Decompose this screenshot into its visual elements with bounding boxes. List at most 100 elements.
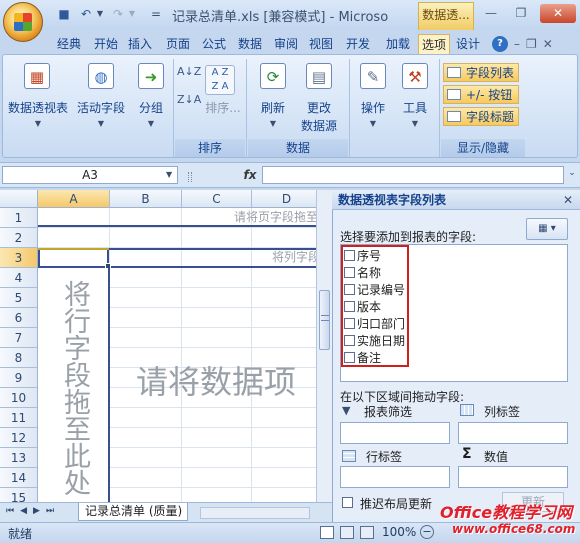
field-list-toggle[interactable]: 字段列表 (443, 63, 519, 82)
redo-dropdown-icon[interactable]: ▼ (127, 7, 137, 21)
office-button[interactable] (3, 2, 43, 42)
page-break-view-icon[interactable] (360, 526, 374, 539)
tab-view[interactable]: 视图 (306, 34, 336, 54)
ribbon-window-controls[interactable]: –❐✕ (514, 34, 574, 54)
worksheet-grid[interactable]: A B C D 1 2 3 4 5 6 7 8 9 10 11 12 13 14… (0, 190, 316, 502)
sort-button[interactable]: 排序... (203, 99, 243, 116)
row-header[interactable]: 15 (0, 488, 38, 502)
tab-review[interactable]: 审阅 (270, 34, 302, 54)
sheet-nav-icons[interactable]: ⏮◀▶⏭ (6, 506, 60, 516)
tab-developer[interactable]: 开发 (340, 34, 376, 54)
name-box-dropdown-icon[interactable]: ▼ (166, 170, 172, 179)
checkbox[interactable] (344, 318, 355, 329)
column-labels-drop-area[interactable] (458, 422, 568, 444)
actions-button[interactable]: ✎ 操作 ▼ (353, 61, 393, 137)
choose-fields-prompt: 选择要添加到报表的字段: (340, 230, 477, 244)
row-header[interactable]: 2 (0, 228, 38, 248)
row-header[interactable]: 12 (0, 428, 38, 448)
tab-formulas[interactable]: 公式 (198, 34, 230, 54)
qat-customize-icon[interactable]: = (148, 7, 164, 21)
field-item[interactable]: 归口部门 (344, 316, 405, 333)
column-header-a[interactable]: A (38, 190, 110, 208)
checkbox[interactable] (344, 250, 355, 261)
field-item[interactable]: 实施日期 (344, 333, 405, 350)
layout-options-dropdown[interactable]: ▦ ▾ (526, 218, 568, 240)
expand-formula-bar-icon[interactable]: ⌄ (566, 168, 578, 182)
normal-view-icon[interactable] (320, 526, 334, 539)
checkbox[interactable] (344, 284, 355, 295)
field-item[interactable]: 序号 (344, 248, 381, 265)
checkbox[interactable] (344, 267, 355, 278)
field-item[interactable]: 版本 (344, 299, 381, 316)
refresh-icon: ⟳ (260, 63, 286, 89)
row-header[interactable]: 6 (0, 308, 38, 328)
help-icon[interactable]: ? (492, 36, 508, 52)
select-all-corner[interactable] (0, 190, 38, 208)
formula-bar-splitter[interactable] (188, 172, 192, 182)
field-headers-toggle[interactable]: 字段标题 (443, 107, 519, 126)
restore-icon[interactable]: ❐ (508, 4, 534, 23)
tools-button[interactable]: ⚒ 工具 ▼ (395, 61, 435, 137)
checkbox[interactable] (342, 496, 353, 508)
horizontal-scrollbar[interactable] (200, 507, 310, 519)
change-data-source-button[interactable]: ▤ 更改 数据源 (295, 61, 343, 137)
column-header-d[interactable]: D (252, 190, 316, 208)
save-icon[interactable]: ■ (56, 7, 72, 21)
checkbox[interactable] (344, 352, 355, 363)
column-header-b[interactable]: B (110, 190, 182, 208)
report-filter-drop-area[interactable] (340, 422, 450, 444)
defer-update-checkbox[interactable] (342, 496, 355, 509)
panel-close-icon[interactable]: ✕ (560, 192, 576, 208)
checkbox[interactable] (344, 301, 355, 312)
pivot-table-button[interactable]: ▦ 数据透视表 ▼ (5, 61, 69, 137)
redo-icon[interactable]: ↷ (110, 7, 126, 21)
sort-az-icon[interactable]: A↓Z Z↓A (177, 65, 201, 125)
tab-data[interactable]: 数据 (234, 34, 266, 54)
tab-insert[interactable]: 插入 (125, 34, 155, 54)
insert-function-icon[interactable]: fx (240, 166, 260, 184)
selected-cell-a3[interactable] (38, 248, 109, 268)
row-header[interactable]: 3 (0, 248, 38, 268)
row-header[interactable]: 10 (0, 388, 38, 408)
tab-classic[interactable]: 经典 (50, 34, 88, 54)
page-layout-view-icon[interactable] (340, 526, 354, 539)
page-field-hint: 请将页字段拖至 (233, 210, 316, 224)
sheet-tab-active[interactable]: 记录总清单 (质量) (78, 503, 188, 521)
undo-icon[interactable]: ↶ (78, 7, 94, 21)
row-header[interactable]: 14 (0, 468, 38, 488)
close-icon[interactable]: ✕ (540, 4, 576, 23)
zoom-level[interactable]: 100% (382, 525, 416, 539)
tab-home[interactable]: 开始 (91, 34, 121, 54)
name-box[interactable]: A3 (2, 166, 178, 184)
refresh-button[interactable]: ⟳ 刷新 ▼ (253, 61, 293, 137)
row-header[interactable]: 8 (0, 348, 38, 368)
minimize-icon[interactable]: — (478, 4, 504, 23)
field-item[interactable]: 记录编号 (344, 282, 405, 299)
row-header[interactable]: 13 (0, 448, 38, 468)
undo-dropdown-icon[interactable]: ▼ (95, 7, 105, 21)
vertical-scrollbar[interactable] (316, 190, 332, 502)
column-header-c[interactable]: C (182, 190, 252, 208)
group-button[interactable]: ➜ 分组 ▼ (131, 61, 171, 137)
active-field-button[interactable]: ◍ 活动字段 ▼ (73, 61, 129, 137)
row-header[interactable]: 11 (0, 408, 38, 428)
row-header[interactable]: 7 (0, 328, 38, 348)
field-item[interactable]: 名称 (344, 265, 381, 282)
values-drop-area[interactable] (458, 466, 568, 488)
tab-page-layout[interactable]: 页面 (160, 34, 196, 54)
grip-icon (321, 315, 329, 321)
row-header[interactable]: 4 (0, 268, 38, 288)
tab-design[interactable]: 设计 (452, 34, 484, 54)
field-item[interactable]: 备注 (344, 350, 381, 367)
formula-input[interactable] (262, 166, 564, 184)
sort-dialog-icon[interactable]: A ZZ A (205, 65, 235, 95)
row-header[interactable]: 9 (0, 368, 38, 388)
row-header[interactable]: 5 (0, 288, 38, 308)
row-header[interactable]: 1 (0, 208, 38, 228)
row-labels-drop-area[interactable] (340, 466, 450, 488)
tab-addins[interactable]: 加载 (380, 34, 416, 54)
plus-minus-buttons-toggle[interactable]: +/- 按钮 (443, 85, 519, 104)
zoom-out-icon[interactable]: − (420, 525, 434, 539)
checkbox[interactable] (344, 335, 355, 346)
tab-options[interactable]: 选项 (418, 34, 450, 54)
